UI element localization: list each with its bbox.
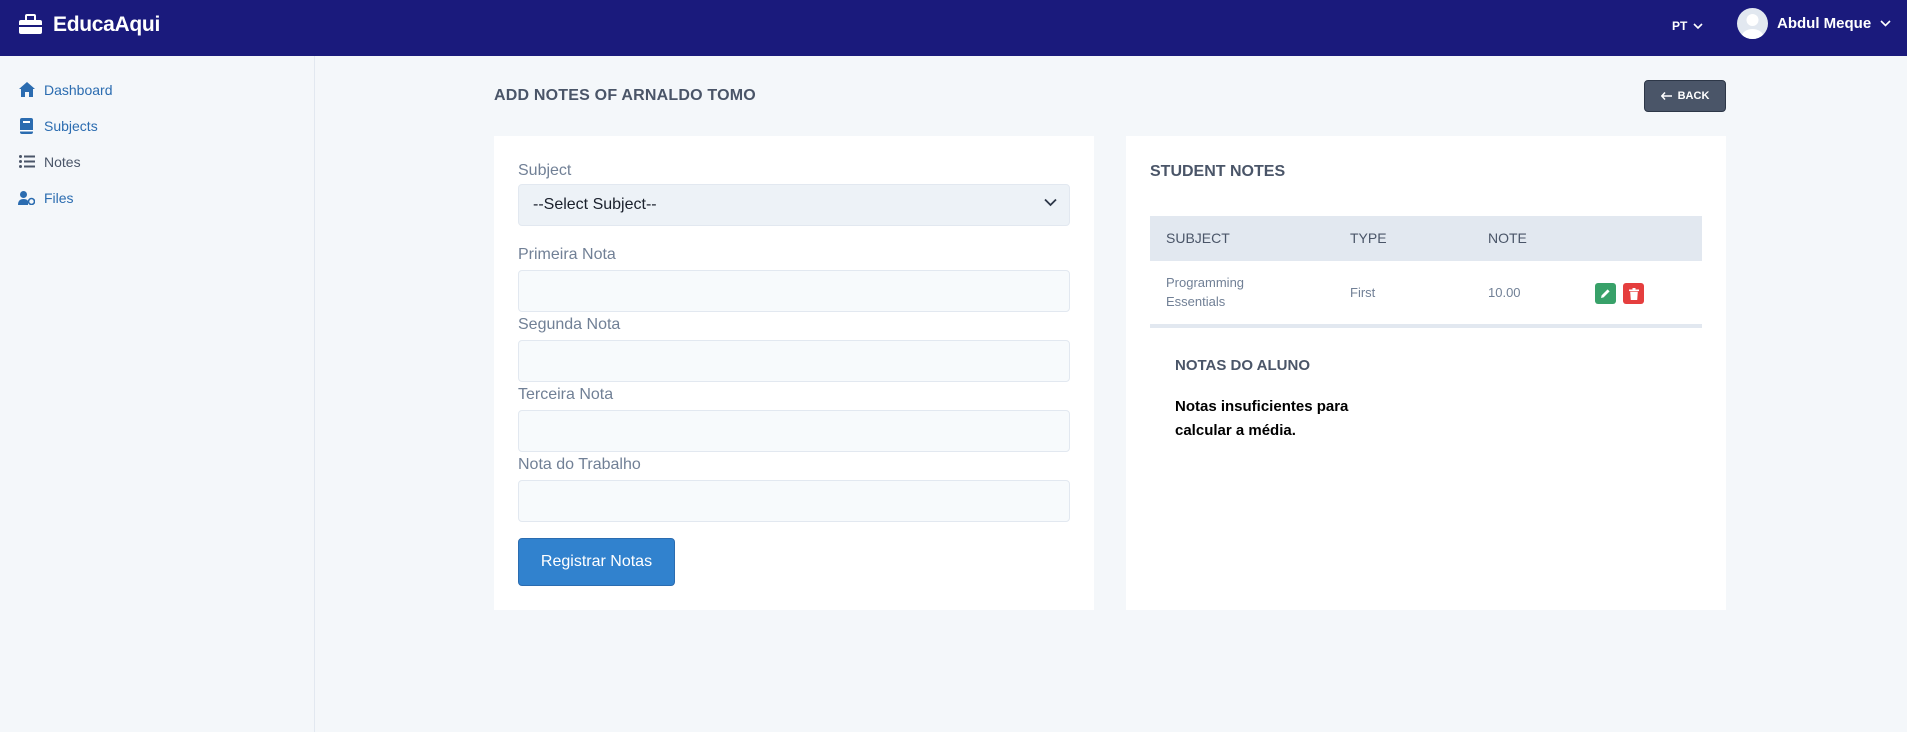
average-section-title: NOTAS DO ALUNO: [1175, 357, 1310, 374]
third-note-input[interactable]: [518, 410, 1070, 452]
cell-note: 10.00: [1488, 285, 1521, 300]
home-icon: [18, 81, 35, 98]
sidebar-item-label: Notes: [44, 153, 81, 170]
register-notes-button[interactable]: Registrar Notas: [518, 538, 675, 586]
student-notes-title: STUDENT NOTES: [1150, 163, 1286, 180]
table-row: Programming Essentials First 10.00: [1150, 261, 1702, 328]
first-note-input[interactable]: [518, 270, 1070, 312]
sidebar-item-label: Dashboard: [44, 81, 113, 98]
back-button[interactable]: BACK: [1644, 80, 1726, 112]
sidebar-item-dashboard[interactable]: Dashboard: [18, 81, 113, 98]
work-note-label: Nota do Trabalho: [518, 456, 641, 473]
user-name: Abdul Meque: [1777, 15, 1872, 32]
arrow-left-icon: [1660, 92, 1672, 100]
sidebar-item-files[interactable]: Files: [18, 189, 74, 206]
third-note-label: Terceira Nota: [518, 386, 614, 403]
second-note-input[interactable]: [518, 340, 1070, 382]
sidebar-item-notes[interactable]: Notes: [18, 153, 81, 170]
add-notes-form: Subject --Select Subject-- Primeira Nota…: [494, 136, 1094, 610]
pencil-icon: [1601, 289, 1610, 298]
sidebar: Dashboard Subjects Notes Files: [0, 56, 315, 732]
language-selector[interactable]: PT: [1672, 19, 1703, 33]
brand-name: EducaAqui: [53, 12, 160, 36]
page-title: ADD NOTES OF ARNALDO TOMO: [494, 87, 756, 104]
second-note-label: Segunda Nota: [518, 316, 621, 333]
logo-icon: [19, 14, 42, 34]
chevron-down-icon: [1880, 20, 1891, 27]
cell-type: First: [1350, 285, 1376, 300]
list-icon: [18, 153, 35, 170]
brand[interactable]: EducaAqui: [18, 12, 160, 37]
user-silhouette-icon: [1741, 14, 1764, 39]
subject-selected-value: --Select Subject--: [533, 196, 657, 213]
user-menu[interactable]: Abdul Meque: [1737, 8, 1891, 39]
avatar: [1737, 8, 1768, 39]
trash-icon: [1628, 287, 1639, 300]
column-header-note: NOTE: [1488, 230, 1527, 246]
delete-note-button[interactable]: [1623, 283, 1644, 304]
cell-subject-line1: Programming: [1166, 275, 1245, 290]
first-note-label: Primeira Nota: [518, 246, 616, 263]
back-label: BACK: [1677, 90, 1710, 102]
top-navbar: EducaAqui PT Abdul Meque: [0, 0, 1907, 56]
subject-label: Subject: [518, 162, 572, 179]
cell-subject-line2: Essentials: [1166, 294, 1226, 309]
column-header-type: TYPE: [1350, 230, 1387, 246]
user-cog-icon: [18, 189, 35, 206]
work-note-input[interactable]: [518, 480, 1070, 522]
sidebar-item-label: Files: [44, 189, 74, 206]
chevron-down-icon: [1044, 198, 1057, 207]
language-label: PT: [1672, 19, 1688, 33]
sidebar-item-subjects[interactable]: Subjects: [18, 117, 98, 134]
sidebar-item-label: Subjects: [44, 117, 98, 134]
book-icon: [18, 117, 35, 134]
notes-table: SUBJECT TYPE NOTE Programming Essentials…: [1150, 216, 1702, 328]
average-message: Notas insuficientes para calcular a médi…: [1175, 398, 1349, 439]
edit-note-button[interactable]: [1595, 283, 1616, 304]
chevron-down-icon: [1693, 22, 1703, 29]
table-header: SUBJECT TYPE NOTE: [1150, 216, 1702, 261]
column-header-subject: SUBJECT: [1166, 230, 1230, 246]
subject-select[interactable]: --Select Subject--: [518, 184, 1070, 226]
student-notes-card: STUDENT NOTES SUBJECT TYPE NOTE Programm…: [1126, 136, 1726, 610]
